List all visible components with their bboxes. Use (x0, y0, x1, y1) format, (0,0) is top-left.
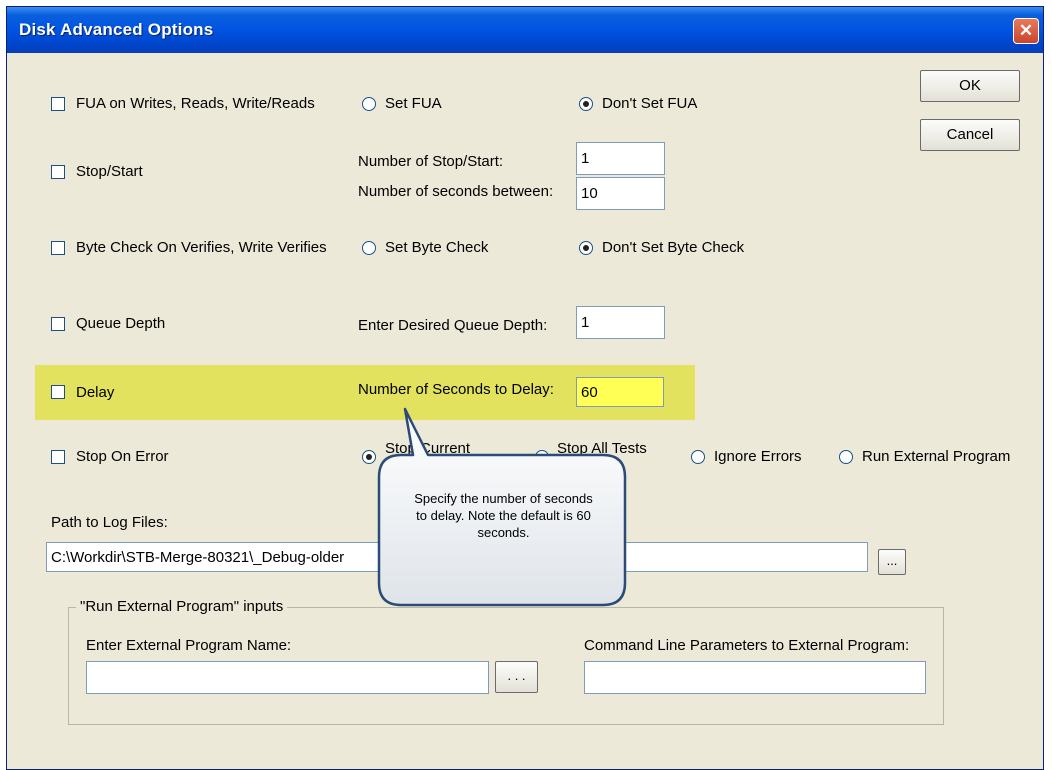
browse-external-program-button[interactable]: . . . (495, 661, 538, 693)
dont-set-byte-check-label: Don't Set Byte Check (602, 239, 745, 256)
run-external-program-label: Run External Program (862, 448, 1011, 465)
ok-button[interactable]: OK (920, 70, 1020, 102)
browse-external-program-label: . . . (507, 668, 526, 683)
set-fua-label: Set FUA (385, 95, 442, 112)
queue-depth-label: Queue Depth (76, 315, 166, 332)
window-title: Disk Advanced Options (19, 20, 214, 39)
stop-start-label: Stop/Start (76, 163, 143, 180)
stop-on-error-label: Stop On Error (76, 448, 169, 465)
ignore-errors-radio[interactable] (691, 450, 705, 464)
browse-log-path-label: ... (886, 553, 898, 568)
delay-label: Delay (76, 384, 115, 401)
queue-depth-field-label: Enter Desired Queue Depth: (358, 317, 548, 334)
run-external-program-group-legend: "Run External Program" inputs (76, 598, 288, 616)
cancel-button-label: Cancel (946, 126, 994, 143)
seconds-between-input[interactable] (576, 177, 665, 210)
title-bar: Disk Advanced Options ✕ (7, 7, 1043, 53)
cancel-button[interactable]: Cancel (920, 119, 1020, 151)
command-line-params-input[interactable] (584, 661, 926, 694)
external-program-name-input[interactable] (86, 661, 489, 694)
delay-checkbox[interactable] (51, 385, 65, 399)
queue-depth-input[interactable] (576, 306, 665, 339)
dont-set-byte-check-radio[interactable] (579, 241, 593, 255)
byte-check-label: Byte Check On Verifies, Write Verifies (76, 239, 327, 256)
ok-button-label: OK (959, 77, 981, 94)
browse-log-path-button[interactable]: ... (878, 549, 906, 575)
stop-on-error-checkbox[interactable] (51, 450, 65, 464)
set-byte-check-radio[interactable] (362, 241, 376, 255)
stop-start-count-label: Number of Stop/Start: (358, 153, 504, 170)
close-button[interactable]: ✕ (1013, 18, 1039, 44)
fua-label: FUA on Writes, Reads, Write/Reads (76, 95, 315, 112)
callout-text: Specify the number of seconds to delay. … (414, 491, 593, 540)
command-line-params-label: Command Line Parameters to External Prog… (584, 637, 910, 654)
run-external-program-radio[interactable] (839, 450, 853, 464)
disk-advanced-options-dialog: Disk Advanced Options ✕ OK Cancel FUA on… (6, 6, 1044, 770)
dont-set-fua-radio[interactable] (579, 97, 593, 111)
queue-depth-checkbox[interactable] (51, 317, 65, 331)
log-path-label: Path to Log Files: (51, 514, 168, 531)
seconds-between-label: Number of seconds between: (358, 183, 554, 200)
dont-set-fua-label: Don't Set FUA (602, 95, 698, 112)
close-icon: ✕ (1018, 21, 1034, 40)
fua-checkbox[interactable] (51, 97, 65, 111)
stop-start-checkbox[interactable] (51, 165, 65, 179)
byte-check-checkbox[interactable] (51, 241, 65, 255)
ignore-errors-label: Ignore Errors (714, 448, 802, 465)
stop-start-count-input[interactable] (576, 142, 665, 175)
set-fua-radio[interactable] (362, 97, 376, 111)
external-program-name-label: Enter External Program Name: (86, 637, 292, 654)
set-byte-check-label: Set Byte Check (385, 239, 489, 256)
